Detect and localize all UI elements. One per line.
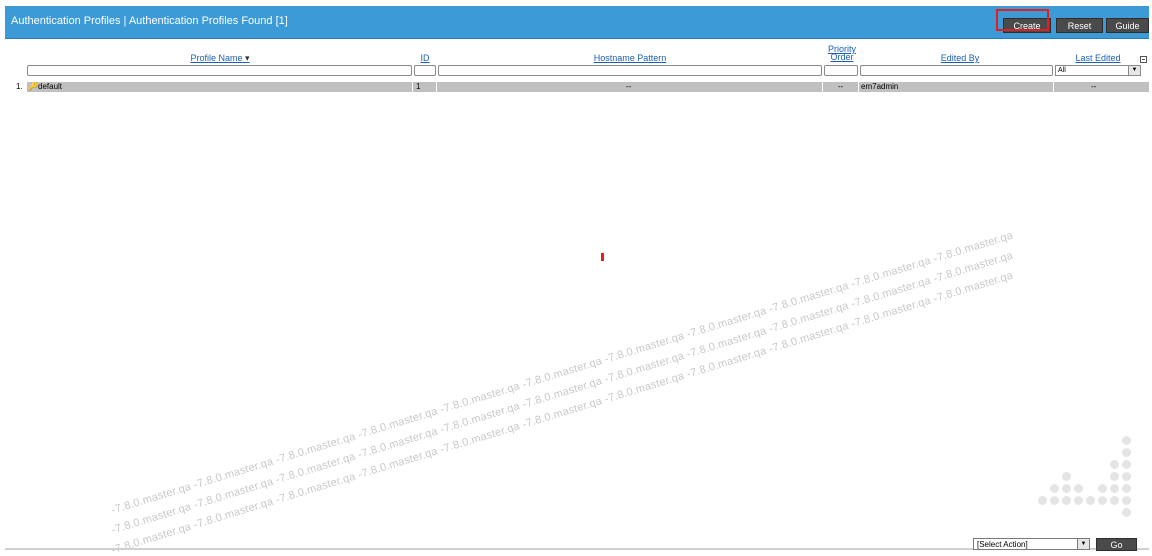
chevron-down-icon: ▼: [1077, 539, 1089, 549]
column-divider: [858, 82, 859, 92]
column-divider: [1053, 82, 1054, 92]
hostname-pattern-cell: --: [626, 82, 632, 91]
dot: [1050, 496, 1059, 505]
dot: [1098, 484, 1107, 493]
last-edited-cell: --: [1091, 82, 1097, 91]
column-header-profile-name[interactable]: Profile Name ▾: [160, 53, 280, 64]
priority-order-filter[interactable]: [824, 65, 858, 76]
column-header-id[interactable]: ID: [415, 53, 435, 63]
dot: [1038, 496, 1047, 505]
profile-name-cell[interactable]: default: [38, 82, 62, 92]
column-header-edited-by[interactable]: Edited By: [920, 53, 1000, 63]
dot: [1062, 496, 1071, 505]
id-filter[interactable]: [414, 65, 436, 76]
watermark: -7.8.0.master.qa -7.8.0.master.qa -7.8.0…: [110, 229, 1015, 517]
hostname-pattern-filter[interactable]: [438, 65, 822, 76]
column-divider: [412, 82, 413, 92]
dot: [1122, 472, 1131, 481]
dot: [1050, 484, 1059, 493]
go-button[interactable]: Go: [1096, 538, 1137, 551]
priority-order-cell: --: [838, 82, 844, 91]
dot: [1122, 436, 1131, 445]
dot: [1110, 460, 1119, 469]
dot: [1122, 484, 1131, 493]
dot: [1086, 496, 1095, 505]
create-button[interactable]: Create: [1003, 18, 1051, 33]
dot: [1122, 496, 1131, 505]
column-header-last-edited[interactable]: Last Edited: [1062, 53, 1134, 63]
column-toggle-icon[interactable]: [1140, 56, 1147, 63]
dot: [1122, 508, 1131, 517]
dot: [1122, 448, 1131, 457]
select-action-dropdown[interactable]: [Select Action] ▼: [973, 538, 1090, 550]
title-bar: Authentication Profiles | Authentication…: [5, 6, 1149, 39]
dot: [1062, 484, 1071, 493]
reset-button[interactable]: Reset: [1056, 18, 1103, 33]
select-action-value: [Select Action]: [977, 540, 1028, 549]
dot: [1062, 472, 1071, 481]
app-frame: -7.8.0.master.qa -7.8.0.master.qa -7.8.0…: [0, 0, 1152, 556]
guide-button[interactable]: Guide: [1106, 18, 1149, 33]
key-icon[interactable]: 🔑: [28, 82, 38, 92]
column-header-priority-order[interactable]: Priority Order: [822, 45, 862, 62]
id-cell: 1: [416, 82, 421, 91]
watermark: -7.8.0.master.qa -7.8.0.master.qa -7.8.0…: [110, 249, 1015, 537]
loading-indicator: [601, 253, 604, 261]
dot: [1110, 496, 1119, 505]
edited-by-filter[interactable]: [860, 65, 1053, 76]
dot: [1122, 460, 1131, 469]
last-edited-filter-value: All: [1058, 67, 1066, 74]
column-divider: [822, 82, 823, 92]
watermark: -7.8.0.master.qa -7.8.0.master.qa -7.8.0…: [110, 269, 1015, 556]
edited-by-cell: em7admin: [861, 82, 899, 91]
decorative-dot-pattern: [1036, 436, 1134, 517]
dot: [1098, 496, 1107, 505]
dot: [1074, 484, 1083, 493]
column-header-hostname-pattern[interactable]: Hostname Pattern: [560, 53, 700, 63]
profile-name-filter[interactable]: [27, 65, 412, 76]
row-number: 1.: [16, 82, 23, 91]
page-title: Authentication Profiles | Authentication…: [11, 15, 288, 27]
column-header-priority-line2: Order: [830, 52, 854, 62]
column-header-label: Profile Name: [190, 53, 243, 63]
sort-descending-icon: ▾: [245, 53, 250, 63]
column-divider: [436, 82, 437, 92]
table-row[interactable]: 🔑 default 1 -- -- em7admin --: [27, 82, 1149, 92]
last-edited-filter-select[interactable]: All ▼: [1055, 65, 1141, 76]
chevron-down-icon: ▼: [1128, 66, 1140, 75]
dot: [1110, 484, 1119, 493]
dot: [1074, 496, 1083, 505]
dot: [1110, 472, 1119, 481]
